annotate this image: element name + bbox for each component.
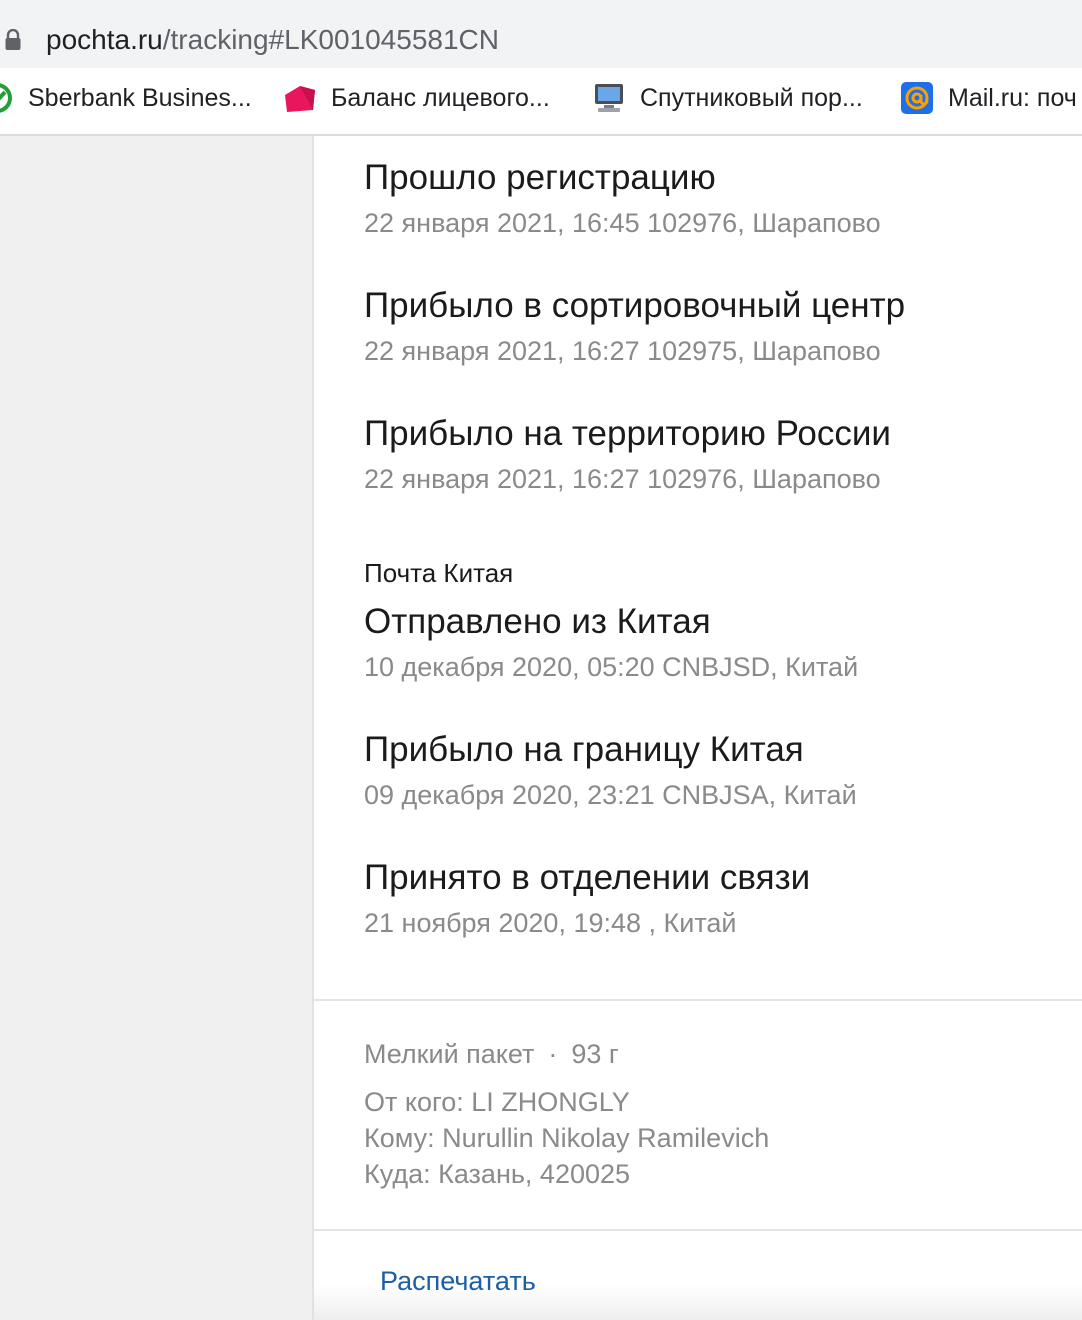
url-host: pochta.ru	[46, 24, 163, 55]
event-meta: 22 января 2021, 16:27 102975, Шарапово	[364, 336, 881, 366]
package-type: Мелкий пакет	[364, 1039, 535, 1069]
section-divider	[314, 1229, 1082, 1231]
bookmark-satellite[interactable]: Спутниковый пор...	[592, 80, 863, 116]
tracking-event: Прибыло в сортировочный центр 22 января …	[364, 284, 905, 368]
pink-house-icon	[285, 86, 315, 112]
sberbank-icon	[0, 83, 12, 113]
event-meta: 21 ноября 2020, 19:48 , Китай	[364, 908, 737, 938]
bookmark-label: Mail.ru: поч	[948, 83, 1077, 112]
bookmark-label: Баланс лицевого...	[331, 83, 550, 112]
lock-icon	[5, 29, 21, 50]
event-meta: 09 декабря 2020, 23:21 CNBJSA, Китай	[364, 780, 857, 810]
sender: От кого: LI ZHONGLY	[364, 1087, 630, 1117]
tracking-event: Прошло регистрацию 22 января 2021, 16:45…	[364, 156, 881, 240]
event-meta: 22 января 2021, 16:45 102976, Шарапово	[364, 208, 881, 238]
package-summary: Мелкий пакет · 93 г	[364, 1036, 769, 1072]
tracking-event: Прибыло на границу Китая 09 декабря 2020…	[364, 728, 857, 812]
print-link[interactable]: Распечатать	[380, 1266, 536, 1297]
event-meta: 22 января 2021, 16:27 102976, Шарапово	[364, 464, 881, 494]
event-meta: 10 декабря 2020, 05:20 CNBJSD, Китай	[364, 652, 859, 682]
url-field[interactable]: pochta.ru/tracking#LK001045581CN	[0, 6, 1082, 62]
bookmarks-bar: Sberbank Busines... Баланс лицевого... С…	[0, 68, 1082, 136]
tracking-event: Прибыло на территорию России 22 января 2…	[364, 412, 891, 496]
package-weight: 93 г	[571, 1039, 619, 1069]
url-path: /tracking#LK001045581CN	[162, 24, 499, 55]
section-divider	[314, 999, 1082, 1001]
bookmark-balance[interactable]: Баланс лицевого...	[283, 80, 550, 116]
event-title: Отправлено из Китая	[364, 602, 711, 641]
bookmark-mailru[interactable]: Mail.ru: поч	[900, 80, 1077, 116]
event-title: Принято в отделении связи	[364, 858, 811, 897]
tracking-event: Отправлено из Китая 10 декабря 2020, 05:…	[364, 600, 858, 684]
dot-separator: ·	[548, 1039, 558, 1069]
event-title: Прибыло в сортировочный центр	[364, 286, 906, 325]
carrier-label: Почта Китая	[364, 558, 514, 588]
recipient: Кому: Nurullin Nikolay Ramilevich	[364, 1123, 770, 1153]
computer-icon	[595, 84, 623, 112]
mail-at-icon	[901, 82, 933, 114]
event-title: Прибыло на границу Китая	[364, 730, 804, 769]
bookmark-label: Sberbank Busines...	[28, 83, 252, 112]
bookmark-label: Спутниковый пор...	[640, 83, 863, 112]
bookmark-sberbank[interactable]: Sberbank Busines...	[0, 80, 252, 116]
tracking-card: Прошло регистрацию 22 января 2021, 16:45…	[312, 136, 1082, 1320]
browser-address-bar: pochta.ru/tracking#LK001045581CN	[0, 0, 1082, 68]
event-title: Прошло регистрацию	[364, 158, 716, 197]
destination: Куда: Казань, 420025	[364, 1159, 631, 1189]
tracking-event: Принято в отделении связи 21 ноября 2020…	[364, 856, 810, 940]
url-text: pochta.ru/tracking#LK001045581CN	[46, 22, 499, 58]
page-left-gutter	[0, 136, 312, 1320]
event-title: Прибыло на территорию России	[364, 414, 891, 453]
package-details: Мелкий пакет · 93 г От кого: LI ZHONGLY Ко…	[364, 1036, 769, 1192]
